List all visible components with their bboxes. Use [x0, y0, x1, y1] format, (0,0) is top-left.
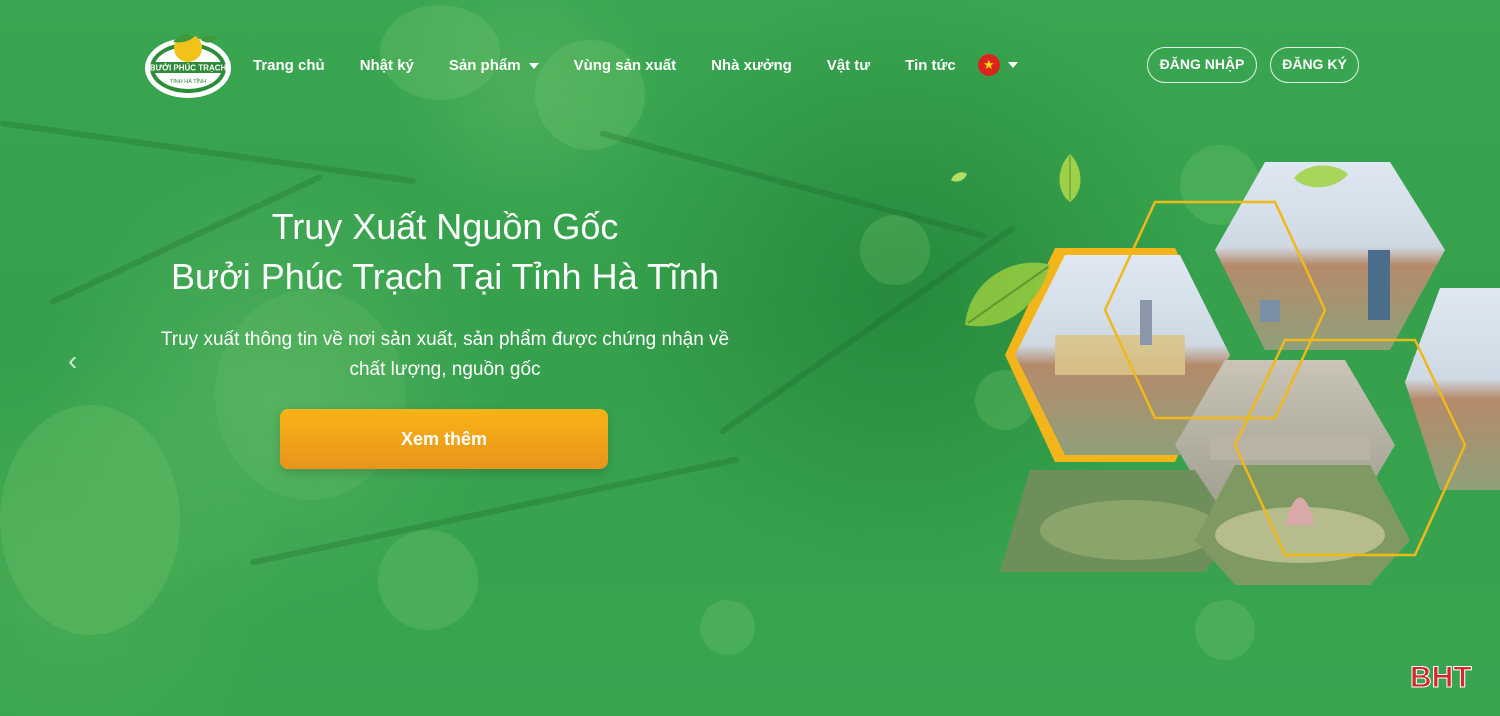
bg-pomelo: [700, 600, 755, 655]
bg-pomelo: [378, 530, 478, 630]
chevron-left-icon[interactable]: ‹: [68, 345, 77, 377]
vietnam-flag-icon: ★: [977, 54, 1000, 76]
language-selector[interactable]: ★: [977, 54, 1018, 76]
logo-text-top: BƯỞI PHÚC TRẠCH: [150, 64, 227, 73]
logo-text-bottom: TỈNH HÀ TĨNH: [170, 78, 206, 85]
hero-subtitle-line1: Truy xuất thông tin về nơi sản xuất, sản…: [160, 329, 730, 350]
hero-title-line1: Truy Xuất Nguồn Gốc: [271, 206, 619, 247]
watermark-logo: BHT: [1410, 661, 1473, 695]
hex-photo: [1405, 288, 1500, 490]
hero-banner: BƯỞI PHÚC TRẠCH TỈNH HÀ TĨNH Trang chủ N…: [0, 0, 1500, 716]
login-button[interactable]: ĐĂNG NHẬP: [1147, 47, 1257, 83]
chevron-down-icon: [1007, 62, 1018, 68]
hero-subtitle: Truy xuất thông tin về nơi sản xuất, sản…: [145, 325, 745, 385]
nav-item-diary[interactable]: Nhật ký: [360, 57, 414, 74]
nav-item-supplies[interactable]: Vật tư: [827, 57, 870, 74]
leaf-icon: [1294, 165, 1348, 188]
bg-pomelo: [0, 405, 180, 635]
register-button[interactable]: ĐĂNG KÝ: [1270, 47, 1359, 83]
bg-branch: [0, 120, 417, 185]
bg-pomelo: [860, 215, 930, 285]
hero-title-line2: Bưởi Phúc Trạch Tại Tỉnh Hà Tĩnh: [171, 256, 719, 297]
leaf-icon: [965, 262, 1050, 327]
main-nav: Trang chủ Nhật ký Sản phẩm Vùng sản xuất…: [253, 54, 1018, 76]
nav-item-factory[interactable]: Nhà xưởng: [711, 57, 792, 74]
nav-item-news[interactable]: Tin tức: [905, 57, 956, 74]
hero-title: Truy Xuất Nguồn Gốc Bưởi Phúc Trạch Tại …: [145, 202, 745, 302]
chevron-down-icon: [528, 62, 539, 69]
nav-item-products[interactable]: Sản phẩm: [449, 57, 539, 74]
bg-pomelo: [1195, 600, 1255, 660]
leaf-icon: [1059, 154, 1081, 202]
hero-subtitle-line2: chất lượng, nguồn gốc: [349, 359, 541, 380]
read-more-button[interactable]: Xem thêm: [280, 409, 608, 469]
city-hexagon-collage: [1000, 162, 1500, 585]
nav-item-production-area[interactable]: Vùng sản xuất: [574, 57, 677, 74]
site-logo[interactable]: BƯỞI PHÚC TRẠCH TỈNH HÀ TĨNH: [143, 28, 233, 100]
bg-pomelo: [380, 5, 500, 100]
leaf-icon: [951, 172, 967, 182]
nav-item-home[interactable]: Trang chủ: [253, 57, 325, 74]
nav-item-products-label: Sản phẩm: [448, 56, 521, 74]
